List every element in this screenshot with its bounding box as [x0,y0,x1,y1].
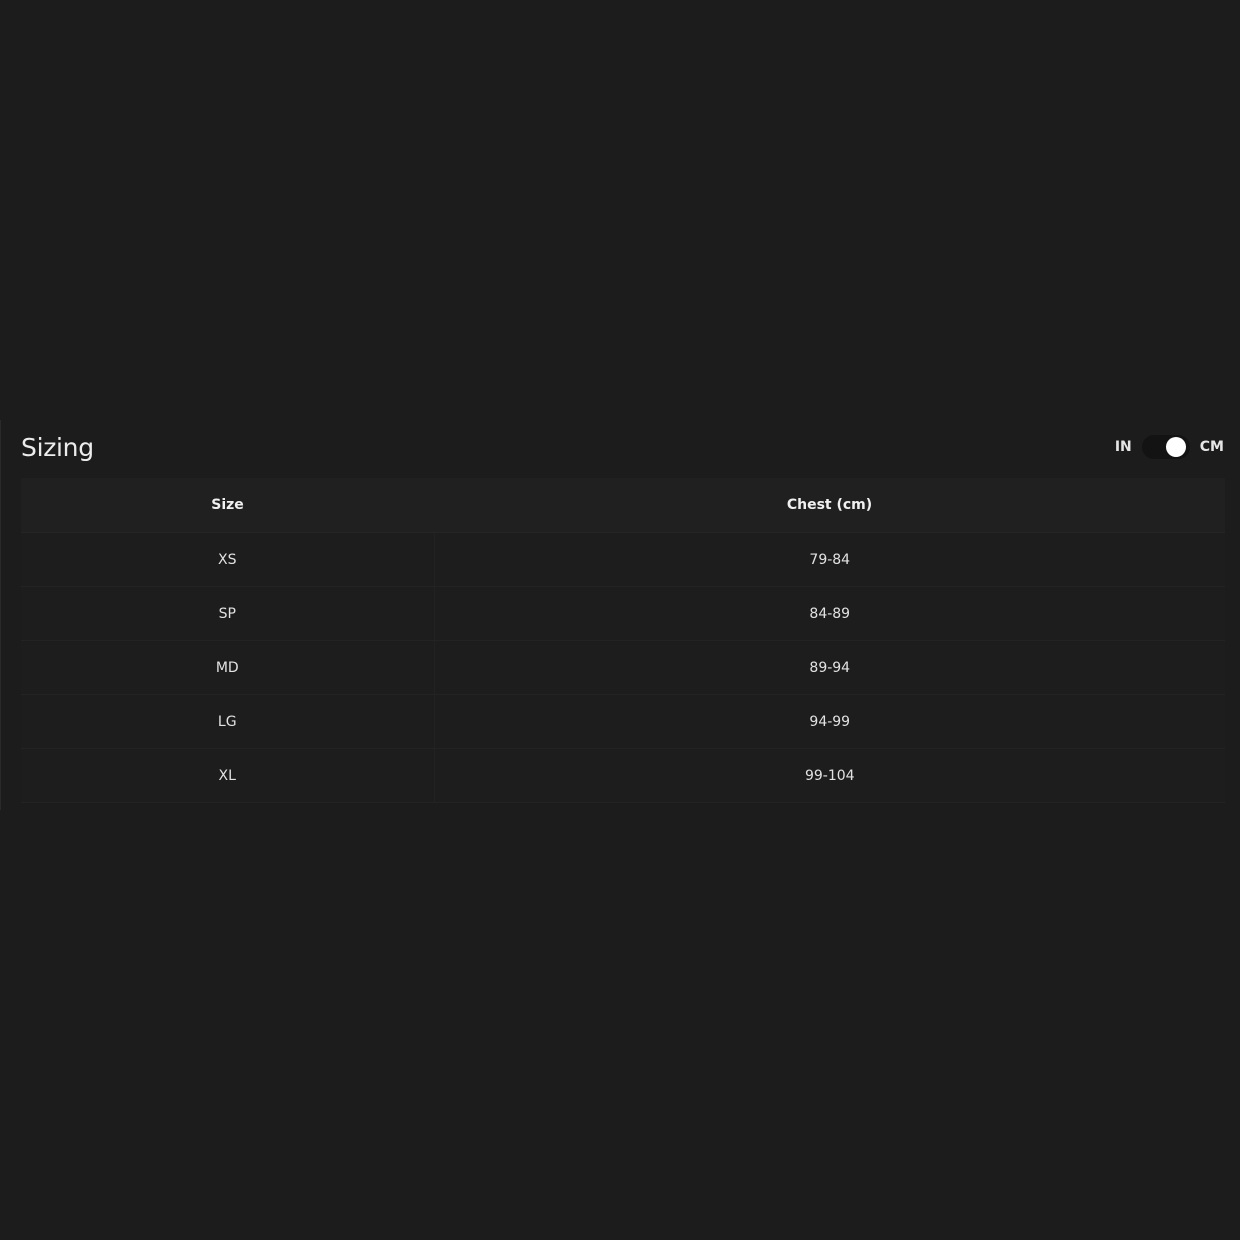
table-row: MD 89-94 [21,640,1225,695]
size-cell: XL [21,748,435,803]
header-chest: Chest (cm) [434,478,1225,533]
chest-cell: 94-99 [434,694,1225,749]
chest-cell: 99-104 [434,748,1225,803]
sizing-header: Sizing IN CM [21,430,1224,464]
table-row: LG 94-99 [21,694,1225,749]
sizing-section: Sizing IN CM Size Chest (cm) XS 79-84 SP… [0,420,1240,810]
size-cell: XS [21,532,435,587]
unit-switch[interactable] [1141,435,1190,459]
table-header-row: Size Chest (cm) [21,478,1225,533]
unit-label-cm[interactable]: CM [1200,439,1224,455]
chest-cell: 89-94 [434,640,1225,695]
size-table: Size Chest (cm) XS 79-84 SP 84-89 MD 89-… [21,478,1225,803]
size-cell: SP [21,586,435,641]
section-title: Sizing [21,432,94,462]
table-row: XL 99-104 [21,748,1225,803]
switch-knob [1165,437,1186,457]
unit-label-in[interactable]: IN [1115,439,1132,455]
chest-cell: 84-89 [434,586,1225,641]
page: Sizing IN CM Size Chest (cm) XS 79-84 SP… [0,0,1240,1240]
unit-toggle: IN CM [1115,435,1224,459]
header-size: Size [21,478,434,533]
table-row: XS 79-84 [21,532,1225,587]
size-cell: LG [21,694,435,749]
size-cell: MD [21,640,435,695]
chest-cell: 79-84 [434,532,1225,587]
table-row: SP 84-89 [21,586,1225,641]
